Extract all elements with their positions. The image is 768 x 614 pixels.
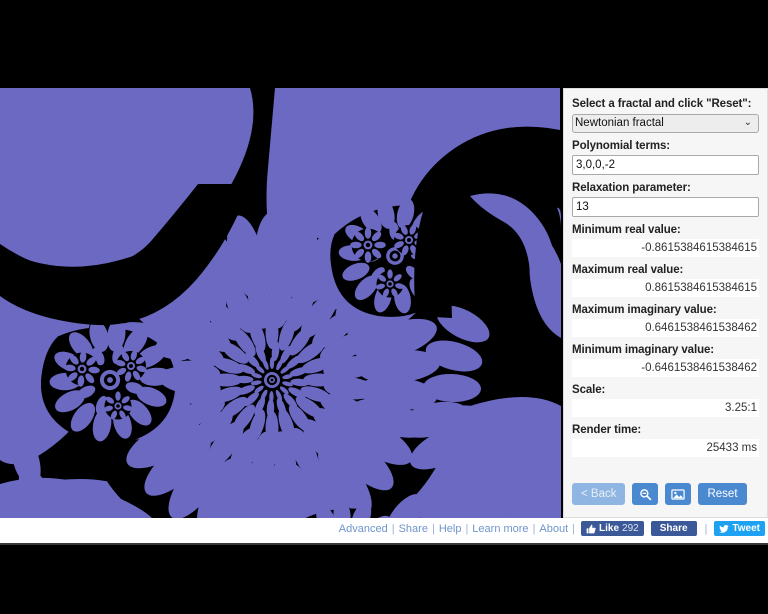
scale-value: 3.25:1 bbox=[572, 398, 759, 417]
back-button[interactable]: < Back bbox=[572, 483, 626, 505]
polynomial-terms-input[interactable] bbox=[572, 154, 759, 175]
max-imaginary-value: 0.6461538461538462 bbox=[572, 318, 759, 337]
min-imaginary-value: -0.6461538461538462 bbox=[572, 358, 759, 377]
thumbs-up-icon bbox=[586, 524, 596, 533]
fractal-select[interactable]: Newtonian fractal bbox=[572, 113, 759, 133]
save-image-button[interactable] bbox=[665, 483, 692, 505]
control-button-row: < Back Reset bbox=[572, 483, 761, 505]
footer-link-learn-more[interactable]: Learn more bbox=[469, 523, 531, 535]
twitter-tweet-label: Tweet bbox=[732, 523, 760, 534]
footer-separator: | bbox=[704, 522, 708, 535]
fractal-image[interactable] bbox=[0, 88, 561, 518]
max-imaginary-label: Maximum imaginary value: bbox=[572, 303, 717, 316]
scale-label: Scale: bbox=[572, 383, 606, 396]
twitter-tweet-button[interactable]: Tweet bbox=[714, 521, 765, 536]
render-time-value: 25433 ms bbox=[572, 438, 759, 457]
min-imaginary-label: Minimum imaginary value: bbox=[572, 343, 715, 356]
twitter-bird-icon bbox=[719, 524, 730, 533]
footer-link-help[interactable]: Help bbox=[436, 523, 465, 535]
footer-link-about[interactable]: About bbox=[536, 523, 571, 535]
facebook-like-button[interactable]: Like 292 bbox=[581, 521, 644, 536]
footer-links: Advanced | Share | Help | Learn more | A… bbox=[336, 523, 576, 535]
facebook-share-button[interactable]: Share bbox=[650, 521, 697, 536]
footer-separator: | bbox=[572, 522, 576, 535]
picture-icon bbox=[671, 488, 686, 500]
facebook-like-label: Like bbox=[599, 523, 620, 534]
fractal-controls-panel: Select a fractal and click "Reset": Newt… bbox=[563, 88, 768, 518]
polynomial-terms-label: Polynomial terms: bbox=[572, 139, 670, 152]
zoom-out-button[interactable] bbox=[632, 483, 659, 505]
page-footer: Advanced | Share | Help | Learn more | A… bbox=[0, 518, 768, 545]
footer-link-advanced[interactable]: Advanced bbox=[336, 523, 391, 535]
fractal-canvas[interactable] bbox=[0, 88, 561, 518]
max-real-value: 0.8615384615384615 bbox=[572, 278, 759, 297]
facebook-share-label: Share bbox=[659, 523, 688, 534]
footer-link-share[interactable]: Share bbox=[396, 523, 431, 535]
magnifier-minus-icon bbox=[640, 488, 652, 500]
max-real-label: Maximum real value: bbox=[572, 263, 684, 276]
relaxation-parameter-input[interactable] bbox=[572, 196, 759, 217]
browser-viewport: Select a fractal and click "Reset": Newt… bbox=[0, 0, 768, 614]
footer-content: Advanced | Share | Help | Learn more | A… bbox=[336, 521, 765, 536]
fractal-select-label: Select a fractal and click "Reset": bbox=[572, 98, 752, 110]
facebook-like-count: 292 bbox=[622, 523, 639, 534]
relaxation-parameter-label: Relaxation parameter: bbox=[572, 181, 691, 194]
min-real-label: Minimum real value: bbox=[572, 223, 681, 236]
render-time-label: Render time: bbox=[572, 423, 642, 436]
min-real-value: -0.8615384615384615 bbox=[572, 238, 759, 257]
fractal-select-wrapper[interactable]: Newtonian fractal ⌄ bbox=[572, 113, 759, 133]
reset-button[interactable]: Reset bbox=[698, 483, 747, 505]
